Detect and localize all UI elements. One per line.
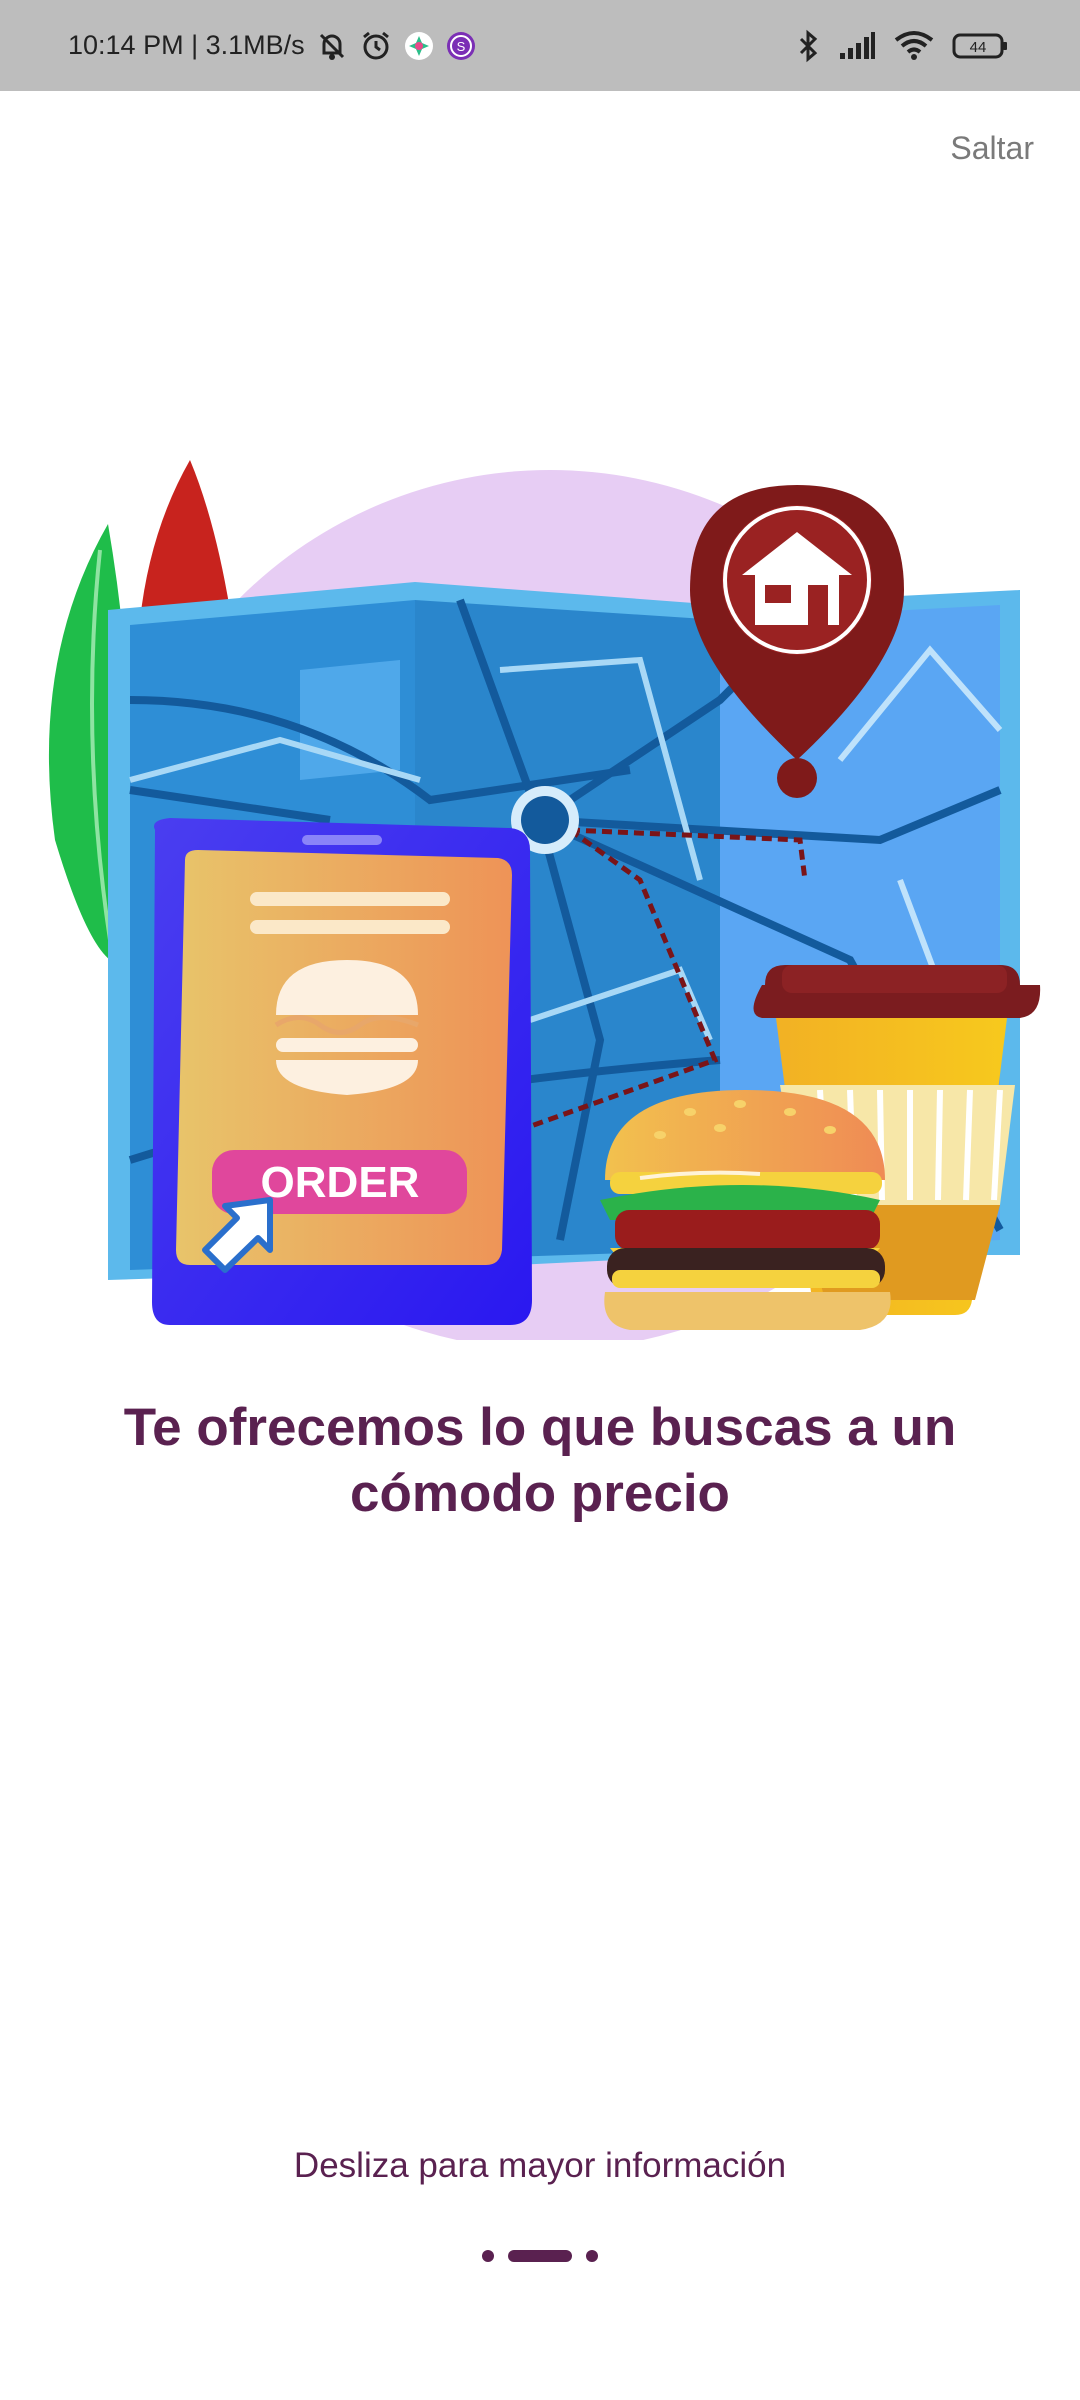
- battery-level: 44: [970, 39, 987, 56]
- burger-illustration: [600, 1090, 891, 1330]
- page-indicator[interactable]: [0, 2250, 1080, 2262]
- status-bar: 10:14 PM | 3.1MB/s S 44: [0, 0, 1080, 91]
- status-right: 44: [796, 0, 1008, 91]
- swipe-hint: Desliza para mayor información: [293, 2146, 787, 2185]
- page-dot-2-active[interactable]: [508, 2250, 572, 2262]
- red-leaf: [140, 460, 230, 620]
- bluetooth-icon: [796, 29, 820, 63]
- app-s-icon: S: [445, 30, 477, 62]
- svg-text:S: S: [456, 39, 465, 54]
- alarm-icon: [359, 29, 393, 63]
- skip-button[interactable]: Saltar: [950, 130, 1034, 167]
- onboarding-illustration: ORDER: [48, 460, 1041, 1340]
- onboarding-headline: Te ofrecemos lo que buscas a un cómodo p…: [123, 1398, 957, 1523]
- mute-bell-icon: [315, 29, 349, 63]
- status-left: 10:14 PM | 3.1MB/s S: [68, 0, 477, 91]
- signal-icon: [838, 31, 876, 61]
- battery-icon: 44: [952, 32, 1008, 60]
- wifi-icon: [894, 30, 934, 62]
- tablet-illustration: ORDER: [152, 818, 532, 1325]
- status-time: 10:14 PM | 3.1MB/s: [68, 30, 305, 60]
- app-notification-icon: [403, 30, 435, 62]
- page-dot-3[interactable]: [586, 2250, 598, 2262]
- order-button-illustration: ORDER: [261, 1158, 420, 1207]
- page-dot-1[interactable]: [482, 2250, 494, 2262]
